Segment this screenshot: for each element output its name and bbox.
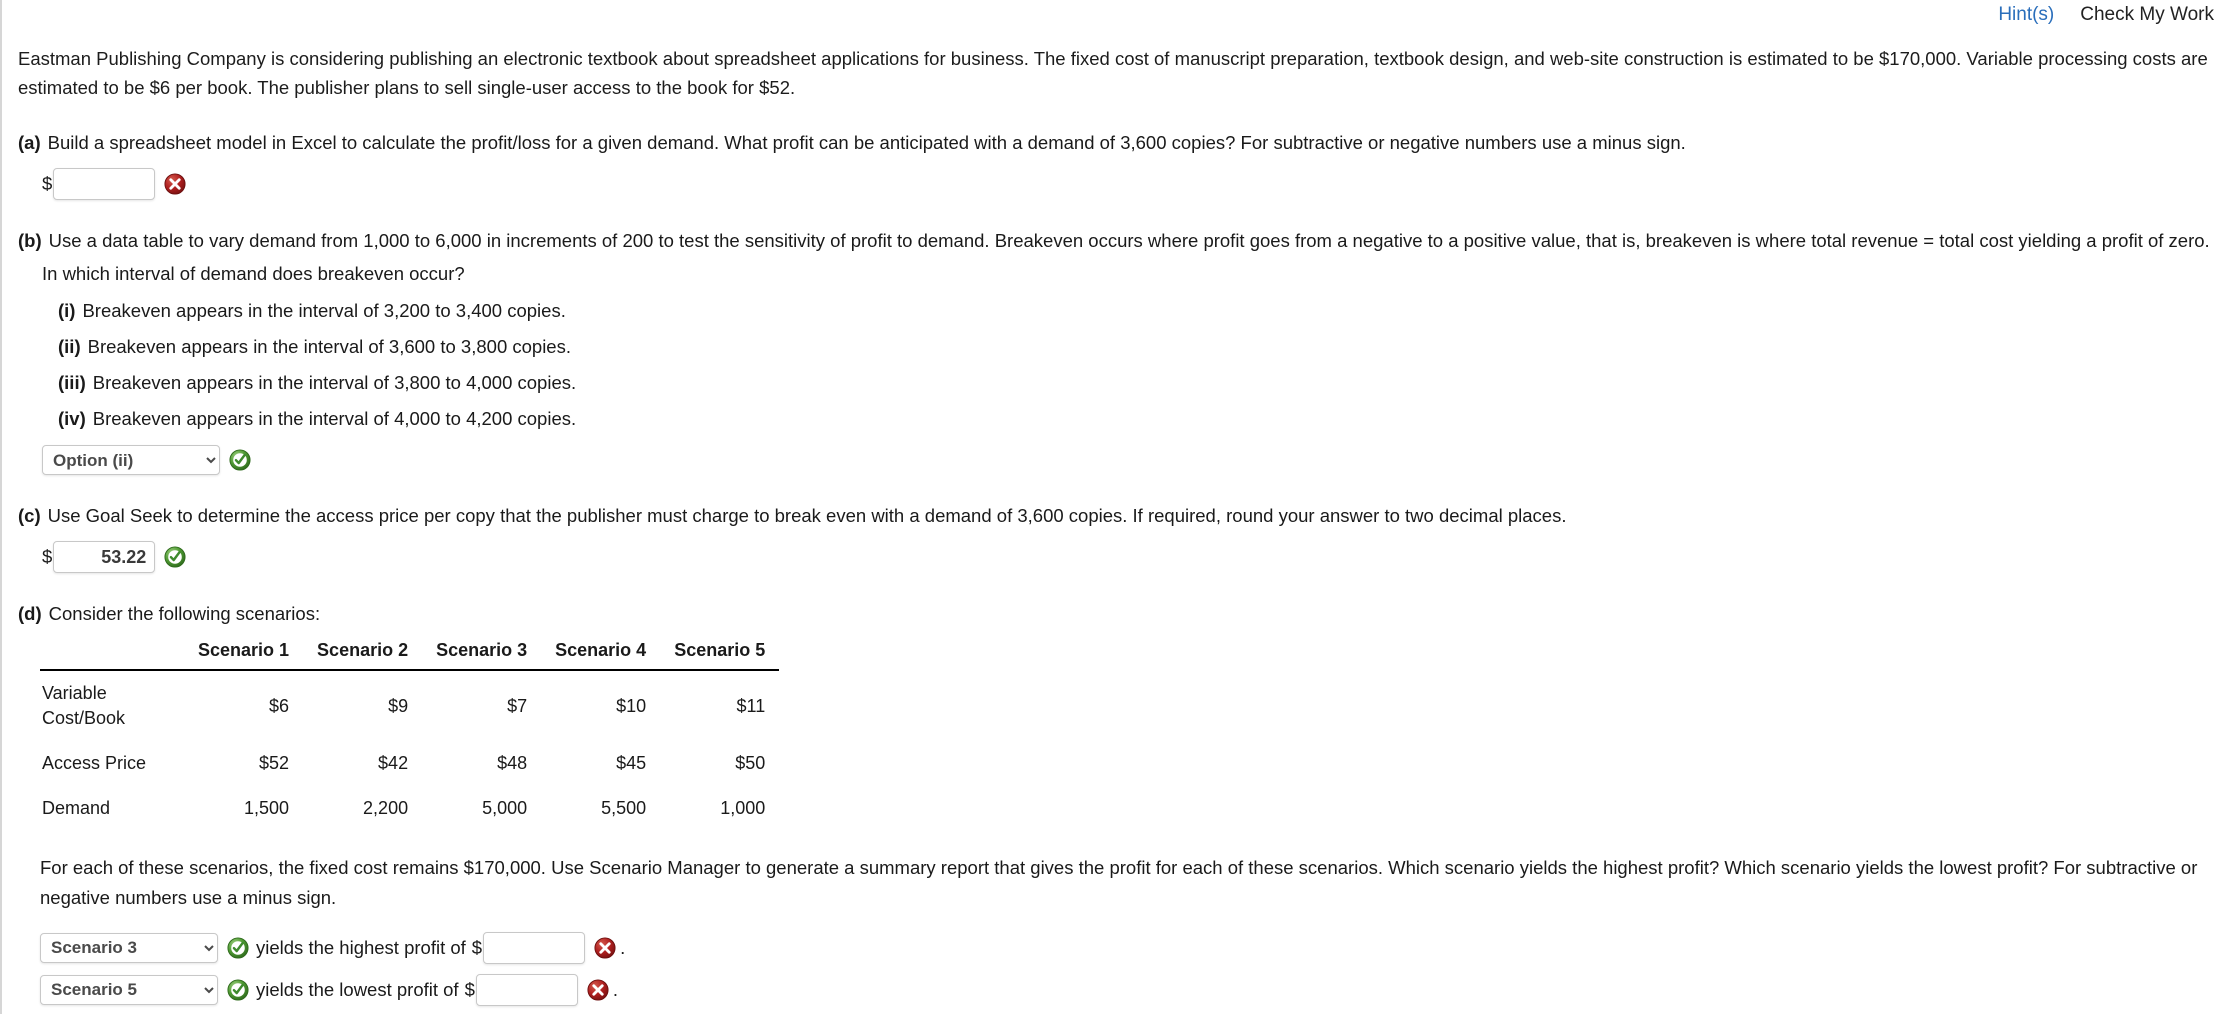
table-row: Variable Cost/Book $6 $9 $7 $10 $11 [40, 670, 779, 741]
lowest-profit-row: Scenario 1Scenario 2Scenario 3Scenario 4… [40, 973, 2236, 1006]
col-header-scenario-3: Scenario 3 [422, 640, 542, 671]
row-header-demand: Demand [42, 798, 111, 818]
part-a-answer-row: $ [42, 168, 2236, 200]
row-header-variable-cost: Variable Cost/Book [42, 683, 126, 728]
part-c-text: Use Goal Seek to determine the access pr… [47, 505, 1567, 526]
cell-demand-s3: 5,000 [482, 798, 528, 818]
option-iii-text: Breakeven appears in the interval of 3,8… [92, 372, 577, 393]
part-b-option-select[interactable]: Option (i)Option (ii)Option (iii)Option … [42, 445, 220, 475]
cell-demand-s4: 5,500 [601, 798, 647, 818]
part-b: (b) Use a data table to vary demand from… [2, 226, 2236, 475]
cell-access-price-s1: $52 [259, 753, 290, 773]
incorrect-x-icon [587, 978, 609, 1001]
part-d: (d) Consider the following scenarios: Sc… [2, 599, 2236, 1006]
part-b-option-iii: (iii) Breakeven appears in the interval … [58, 369, 2236, 396]
part-b-text: Use a data table to vary demand from 1,0… [48, 230, 2210, 251]
row-header-access-price: Access Price [42, 753, 147, 773]
option-iii-number: (iii) [58, 372, 86, 393]
cell-demand-s5: 1,000 [720, 798, 766, 818]
correct-check-icon [164, 546, 186, 568]
lowest-profit-scenario-select[interactable]: Scenario 1Scenario 2Scenario 3Scenario 4… [40, 974, 218, 1005]
cell-variable-cost-s4: $10 [616, 695, 647, 716]
option-i-text: Breakeven appears in the interval of 3,2… [82, 300, 566, 321]
cell-variable-cost-s1: $6 [269, 695, 290, 716]
cell-access-price-s2: $42 [378, 753, 409, 773]
question-body: Eastman Publishing Company is considerin… [2, 44, 2236, 1006]
part-c-question: (c) Use Goal Seek to determine the acces… [18, 501, 2210, 530]
part-d-text: Consider the following scenarios: [48, 603, 321, 624]
correct-check-icon [227, 936, 249, 959]
incorrect-x-icon [164, 173, 186, 195]
option-ii-text: Breakeven appears in the interval of 3,6… [87, 336, 571, 357]
cell-access-price-s3: $48 [497, 753, 528, 773]
part-c: (c) Use Goal Seek to determine the acces… [2, 501, 2236, 573]
col-header-scenario-5: Scenario 5 [660, 640, 780, 671]
col-header-blank [40, 640, 184, 671]
table-row: Access Price $52 $42 $48 $45 $50 [40, 741, 779, 786]
part-a-answer-input[interactable] [53, 168, 156, 200]
question-page: Hint(s) Check My Work Eastman Publishing… [0, 0, 2236, 1014]
part-c-answer-input[interactable] [53, 541, 156, 573]
part-b-option-ii: (ii) Breakeven appears in the interval o… [58, 333, 2236, 360]
check-my-work-button[interactable]: Check My Work [2080, 4, 2214, 26]
part-a-currency-symbol: $ [42, 173, 53, 194]
highest-profit-currency-symbol: $ [471, 936, 483, 958]
table-header-row: Scenario 1 Scenario 2 Scenario 3 Scenari… [40, 640, 780, 671]
part-d-label: (d) [18, 603, 42, 624]
part-b-answer-row: Option (i)Option (ii)Option (iii)Option … [42, 445, 2236, 475]
scenario-table: Scenario 1 Scenario 2 Scenario 3 Scenari… [40, 640, 780, 831]
option-iv-text: Breakeven appears in the interval of 4,0… [92, 408, 577, 429]
highest-profit-label: yields the highest profit of [256, 936, 466, 958]
part-a-text: Build a spreadsheet model in Excel to ca… [47, 132, 1686, 153]
part-c-label: (c) [18, 505, 41, 526]
part-b-label: (b) [18, 230, 42, 251]
lowest-profit-currency-symbol: $ [464, 978, 475, 1000]
part-a-label: (a) [18, 132, 41, 153]
cell-variable-cost-s5: $11 [736, 695, 766, 716]
highest-profit-scenario-select[interactable]: Scenario 1Scenario 2Scenario 3Scenario 4… [40, 932, 218, 963]
correct-check-icon [229, 449, 251, 471]
table-row: Demand 1,500 2,200 5,000 5,500 1,000 [40, 786, 779, 831]
cell-variable-cost-s2: $9 [388, 695, 409, 716]
part-d-question: (d) Consider the following scenarios: [18, 599, 2210, 628]
option-iv-number: (iv) [58, 408, 86, 429]
incorrect-x-icon [594, 936, 616, 959]
cell-access-price-s4: $45 [616, 753, 647, 773]
part-b-option-i: (i) Breakeven appears in the interval of… [58, 297, 2236, 324]
part-b-option-iv: (iv) Breakeven appears in the interval o… [58, 405, 2236, 432]
cell-access-price-s5: $50 [735, 753, 766, 773]
hints-link[interactable]: Hint(s) [1998, 4, 2054, 26]
highest-profit-input[interactable] [483, 931, 586, 964]
col-header-scenario-2: Scenario 2 [303, 640, 423, 671]
part-c-answer-row: $ [42, 541, 2236, 573]
lowest-profit-label: yields the lowest profit of [256, 978, 459, 1000]
col-header-scenario-4: Scenario 4 [541, 640, 661, 671]
part-b-subtext: In which interval of demand does breakev… [42, 263, 465, 284]
cell-demand-s2: 2,200 [363, 798, 409, 818]
col-header-scenario-1: Scenario 1 [184, 640, 304, 671]
part-d-paragraph: For each of these scenarios, the fixed c… [40, 857, 2198, 908]
part-c-currency-symbol: $ [42, 546, 53, 567]
cell-variable-cost-s3: $7 [507, 695, 528, 716]
top-action-bar: Hint(s) Check My Work [1998, 0, 2214, 30]
part-b-question: (b) Use a data table to vary demand from… [18, 226, 2210, 255]
highest-profit-trailing-period: . [620, 936, 626, 958]
lowest-profit-input[interactable] [475, 973, 578, 1006]
cell-demand-s1: 1,500 [244, 798, 290, 818]
problem-intro-text: Eastman Publishing Company is considerin… [18, 48, 2208, 98]
highest-profit-row: Scenario 1Scenario 2Scenario 3Scenario 4… [40, 931, 2236, 964]
part-a: (a) Build a spreadsheet model in Excel t… [2, 128, 2236, 200]
lowest-profit-trailing-period: . [612, 978, 619, 1000]
option-ii-number: (ii) [58, 336, 81, 357]
option-i-number: (i) [58, 300, 76, 321]
correct-check-icon [227, 978, 249, 1001]
part-a-question: (a) Build a spreadsheet model in Excel t… [18, 128, 2210, 157]
